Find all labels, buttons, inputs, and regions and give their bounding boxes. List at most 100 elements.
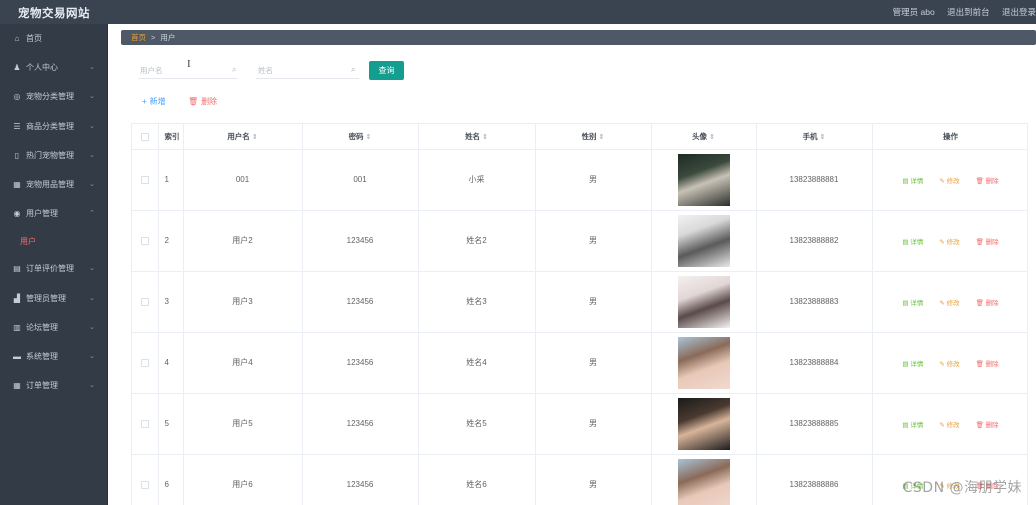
trash-icon: 🗑 bbox=[975, 299, 986, 307]
avatar[interactable] bbox=[677, 214, 730, 267]
logout-link[interactable]: 退出登录 bbox=[1002, 7, 1036, 17]
edit-icon: ✎ bbox=[939, 421, 947, 429]
row-checkbox[interactable] bbox=[140, 297, 149, 306]
site-title: 宠物交易网站 bbox=[18, 8, 90, 20]
edit-button[interactable]: ✎ 修改 bbox=[939, 175, 959, 185]
sidebar-item-hot-pets[interactable]: ▯ 热门宠物管理 ⌄ bbox=[0, 141, 107, 170]
delete-button[interactable]: 🗑 删除 bbox=[976, 297, 999, 307]
sidebar-item-users[interactable]: ◉ 用户管理 ⌃ bbox=[0, 199, 107, 228]
sort-icon[interactable]: ⇕ bbox=[709, 134, 715, 141]
edit-button[interactable]: ✎ 修改 bbox=[939, 236, 959, 246]
breadcrumb-home[interactable]: 首页 bbox=[131, 32, 146, 43]
column-header-password[interactable]: 密码 ⇕ bbox=[302, 124, 419, 150]
sidebar-item-pet-supplies[interactable]: ▦ 宠物用品管理 ⌄ bbox=[0, 170, 107, 199]
avatar[interactable] bbox=[677, 397, 730, 450]
sort-icon[interactable]: ⇕ bbox=[820, 134, 826, 141]
detail-label: 详情 bbox=[910, 299, 924, 307]
column-header-username[interactable]: 用户名 ⇕ bbox=[183, 124, 303, 150]
edit-button[interactable]: ✎ 修改 bbox=[939, 297, 959, 307]
row-select-cell[interactable] bbox=[132, 393, 159, 455]
cell-avatar bbox=[651, 271, 757, 333]
avatar[interactable] bbox=[677, 336, 730, 389]
select-all-checkbox[interactable] bbox=[140, 132, 149, 141]
avatar[interactable] bbox=[677, 153, 730, 206]
delete-button[interactable]: 🗑 删除 bbox=[976, 236, 999, 246]
back-to-front-link[interactable]: 退出到前台 bbox=[947, 7, 990, 17]
avatar[interactable] bbox=[677, 275, 730, 328]
row-select-cell[interactable] bbox=[132, 332, 159, 394]
add-button-label: 新增 bbox=[149, 97, 166, 106]
detail-button[interactable]: ▤ 详情 bbox=[902, 297, 923, 307]
cell-index: 3 bbox=[158, 271, 184, 333]
edit-icon: ✎ bbox=[939, 360, 947, 368]
sidebar-item-forum[interactable]: ▥ 论坛管理 ⌄ bbox=[0, 313, 107, 342]
row-checkbox[interactable] bbox=[140, 358, 149, 367]
row-checkbox[interactable] bbox=[140, 175, 149, 184]
sidebar-item-label: 系统管理 bbox=[26, 351, 58, 361]
row-select-cell[interactable] bbox=[132, 454, 159, 505]
detail-label: 详情 bbox=[910, 238, 924, 246]
detail-button[interactable]: ▤ 详情 bbox=[902, 236, 923, 246]
chevron-down-icon: ⌄ bbox=[89, 294, 95, 302]
column-header-gender[interactable]: 性别 ⇕ bbox=[535, 124, 652, 150]
cell-gender: 男 bbox=[535, 271, 652, 333]
sidebar-item-admins[interactable]: ▟ 管理员管理 ⌄ bbox=[0, 284, 107, 313]
sidebar-subitem-user[interactable]: 用户 bbox=[0, 228, 107, 254]
name-search-input[interactable] bbox=[256, 62, 359, 79]
cell-username: 用户4 bbox=[183, 332, 303, 394]
cell-phone: 13823888883 bbox=[756, 271, 873, 333]
column-header-avatar[interactable]: 头像 ⇕ bbox=[651, 124, 757, 150]
cell-username: 用户2 bbox=[183, 210, 303, 272]
row-checkbox[interactable] bbox=[140, 419, 149, 428]
chevron-up-icon: ⌃ bbox=[89, 210, 95, 218]
sidebar-item-pet-category[interactable]: ◎ 宠物分类管理 ⌄ bbox=[0, 82, 107, 111]
sidebar-item-label: 订单管理 bbox=[26, 381, 58, 391]
add-button[interactable]: + 新增 bbox=[142, 96, 166, 107]
delete-button[interactable]: 🗑 删除 bbox=[976, 358, 999, 368]
detail-label: 详情 bbox=[910, 177, 924, 185]
watermark: CSDN @海朋学妹 bbox=[902, 480, 1022, 496]
column-label: 姓名 bbox=[465, 131, 481, 141]
column-header-phone[interactable]: 手机 ⇕ bbox=[756, 124, 873, 150]
delete-button-label: 删除 bbox=[201, 97, 218, 106]
cell-phone: 13823888886 bbox=[756, 454, 873, 505]
sort-icon[interactable]: ⇕ bbox=[482, 134, 488, 141]
sidebar-item-system[interactable]: ▬ 系统管理 ⌄ bbox=[0, 342, 107, 371]
row-select-cell[interactable] bbox=[132, 210, 159, 272]
edit-button[interactable]: ✎ 修改 bbox=[939, 358, 959, 368]
row-select-cell[interactable] bbox=[132, 271, 159, 333]
row-checkbox[interactable] bbox=[140, 236, 149, 245]
cell-gender: 男 bbox=[535, 393, 652, 455]
cell-index: 5 bbox=[158, 393, 184, 455]
sidebar-item-order-reviews[interactable]: ▤ 订单评价管理 ⌄ bbox=[0, 254, 107, 283]
detail-button[interactable]: ▤ 详情 bbox=[902, 419, 923, 429]
column-header-name[interactable]: 姓名 ⇕ bbox=[418, 124, 536, 150]
avatar[interactable] bbox=[677, 458, 730, 505]
review-icon: ▤ bbox=[13, 264, 21, 274]
select-all-cell[interactable] bbox=[132, 124, 159, 150]
row-select-cell[interactable] bbox=[132, 149, 159, 211]
sidebar-item-home[interactable]: ⌂ 首页 bbox=[0, 24, 107, 53]
sidebar-item-goods-category[interactable]: ☰ 商品分类管理 ⌄ bbox=[0, 112, 107, 141]
delete-button[interactable]: 🗑 删除 bbox=[976, 175, 999, 185]
pet-icon: ▯ bbox=[14, 150, 20, 160]
sort-icon[interactable]: ⇕ bbox=[599, 134, 605, 141]
chevron-down-icon: ⌄ bbox=[89, 180, 95, 188]
edit-icon: ✎ bbox=[939, 238, 947, 246]
query-button[interactable]: 查询 bbox=[369, 61, 404, 80]
edit-button[interactable]: ✎ 修改 bbox=[939, 419, 959, 429]
sidebar-item-orders[interactable]: ▦ 订单管理 ⌄ bbox=[0, 371, 107, 400]
delete-button[interactable]: 🗑 删除 bbox=[976, 419, 999, 429]
detail-button[interactable]: ▤ 详情 bbox=[902, 175, 923, 185]
sidebar-item-profile[interactable]: ♟ 个人中心 ⌄ bbox=[0, 53, 107, 82]
column-label: 手机 bbox=[802, 131, 818, 141]
row-checkbox[interactable] bbox=[140, 480, 149, 489]
cell-avatar bbox=[651, 210, 757, 272]
batch-delete-button[interactable]: 🗑 删除 bbox=[188, 96, 217, 107]
column-label: 头像 bbox=[692, 131, 708, 141]
detail-button[interactable]: ▤ 详情 bbox=[902, 358, 923, 368]
top-right-links: 管理员 abo 退出到前台 退出登录 bbox=[883, 6, 1036, 18]
cell-name: 姓名4 bbox=[418, 332, 536, 394]
sort-icon[interactable]: ⇕ bbox=[366, 134, 372, 141]
sort-icon[interactable]: ⇕ bbox=[252, 134, 258, 141]
